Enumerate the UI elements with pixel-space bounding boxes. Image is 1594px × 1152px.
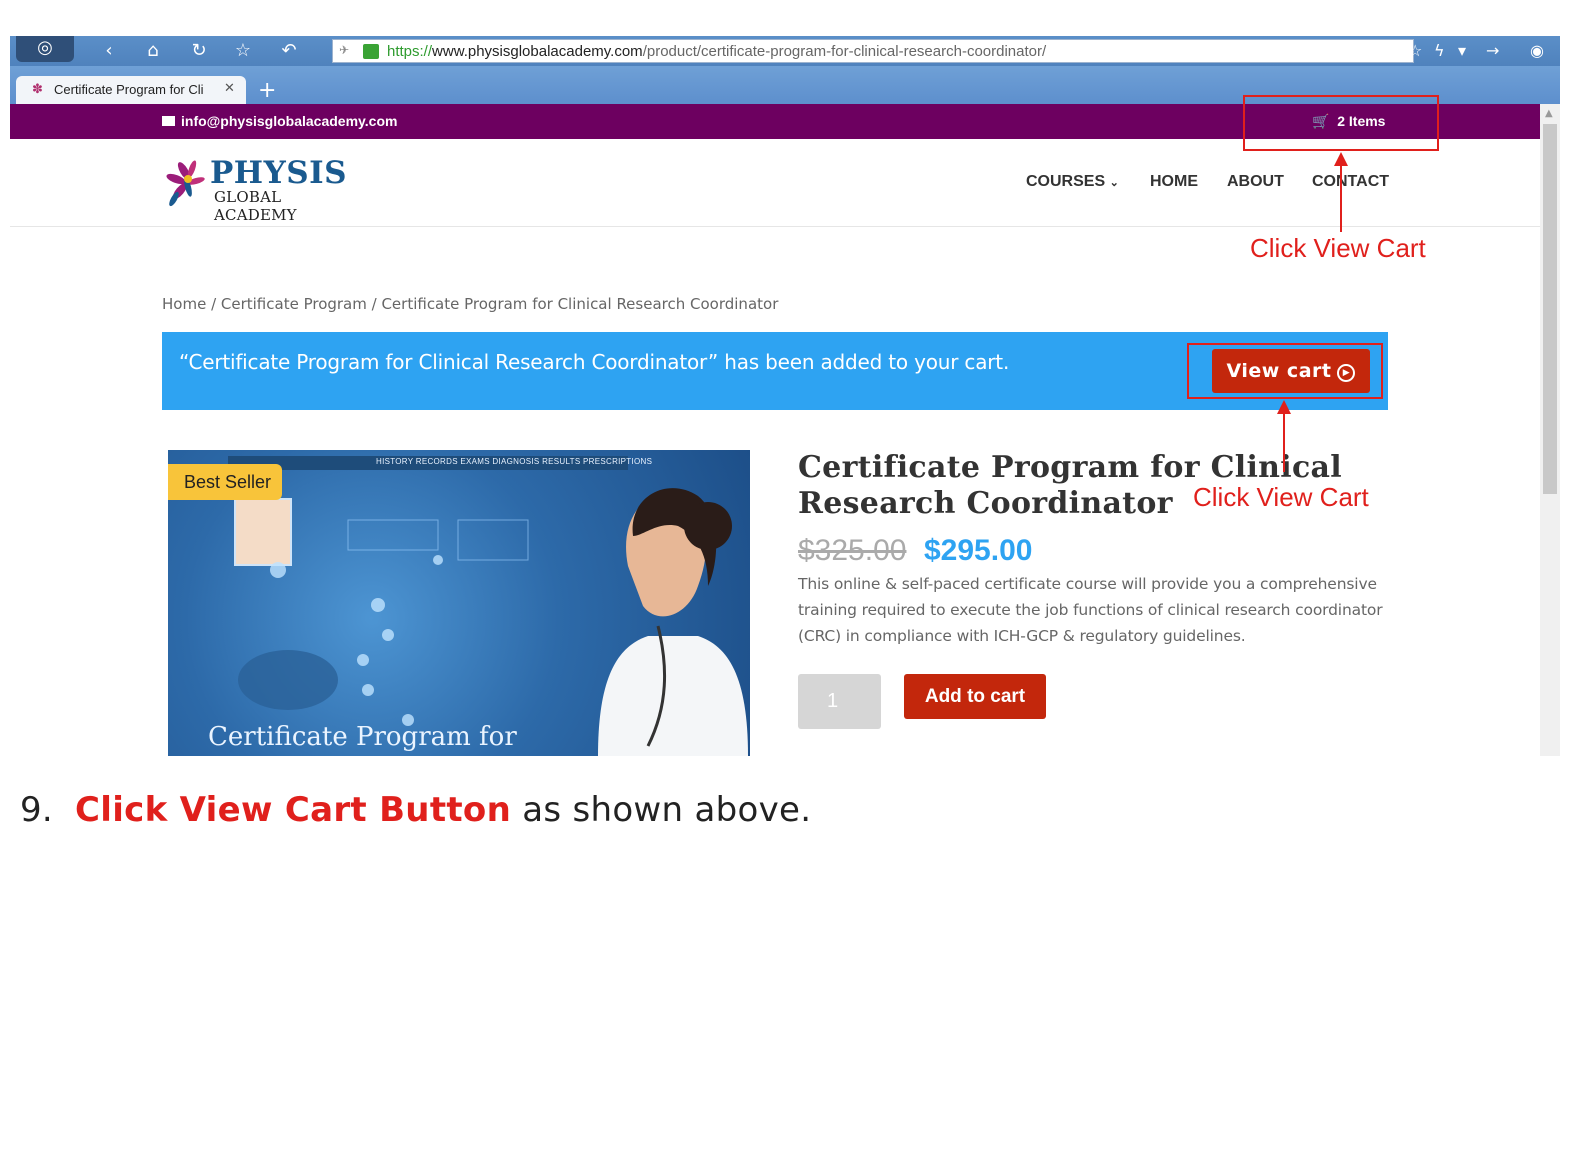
logo-subtitle: GLOBAL ACADEMY <box>214 188 297 224</box>
notice-message: “Certificate Program for Clinical Resear… <box>179 350 1010 374</box>
annotation-box-cart <box>1243 95 1439 151</box>
reload-icon[interactable]: ↻ <box>186 39 212 63</box>
close-icon[interactable]: ✕ <box>224 81 235 96</box>
scroll-up-icon[interactable]: ▲ <box>1545 108 1553 119</box>
nav-courses[interactable]: COURSES ⌄ <box>1026 173 1119 191</box>
annotation-label-top: Click View Cart <box>1250 233 1426 263</box>
price-new: $295.00 <box>924 534 1033 567</box>
tab-title: Certificate Program for Cli <box>54 82 204 97</box>
browser-screenshot: ◎ ‹ ⌂ ↻ ☆ ↶ ✈ https://www.physisglobalac… <box>10 36 1560 756</box>
app-logo-icon[interactable]: ◎ <box>16 36 74 62</box>
product-image[interactable]: HISTORY RECORDS EXAMS DIAGNOSIS RESULTS … <box>168 450 750 756</box>
add-to-cart-button[interactable]: Add to cart <box>904 674 1046 719</box>
back-icon[interactable]: ‹ <box>96 39 122 63</box>
annotation-box-view-cart <box>1187 343 1383 399</box>
instruction-step: 9. Click View Cart Button as shown above. <box>20 790 811 830</box>
logo-flower-icon <box>166 160 205 207</box>
rocket-icon: ✈ <box>339 43 350 57</box>
instruction-emphasis: Click View Cart Button <box>75 790 512 830</box>
image-menu-strip: HISTORY RECORDS EXAMS DIAGNOSIS RESULTS … <box>228 456 652 470</box>
undo-icon[interactable]: ↶ <box>276 39 302 63</box>
annotation-label-bottom: Click View Cart <box>1193 482 1369 512</box>
favicon-icon: ✽ <box>32 82 43 97</box>
image-woman-graphic <box>598 488 748 756</box>
quantity-input[interactable]: 1 <box>798 674 881 729</box>
instruction-rest: as shown above. <box>511 790 812 830</box>
bookmark-icon[interactable]: ☆ <box>1408 39 1422 63</box>
home-icon[interactable]: ⌂ <box>140 39 166 63</box>
browser-tab[interactable]: ✽ Certificate Program for Cli ✕ <box>16 76 246 104</box>
breadcrumb[interactable]: Home / Certificate Program / Certificate… <box>162 295 778 313</box>
url-text: https://www.physisglobalacademy.com/prod… <box>387 43 1047 60</box>
nav-about[interactable]: ABOUT <box>1227 173 1284 191</box>
browser-toolbar: ◎ ‹ ⌂ ↻ ☆ ↶ ✈ https://www.physisglobalac… <box>10 36 1560 66</box>
address-bar[interactable]: ✈ https://www.physisglobalacademy.com/pr… <box>332 39 1414 63</box>
price-old: $325.00 <box>798 534 907 567</box>
chevron-down-icon[interactable]: ▾ <box>1458 39 1466 63</box>
image-caption: Certificate Program for <box>208 722 517 752</box>
product-description: This online & self-paced certificate cou… <box>798 575 1383 645</box>
lock-icon <box>363 44 379 59</box>
scrollbar[interactable]: ▲ <box>1540 104 1560 756</box>
best-seller-badge: Best Seller <box>168 464 282 500</box>
email-link[interactable]: info@physisglobalacademy.com <box>162 113 397 129</box>
nav-home[interactable]: HOME <box>1150 173 1198 191</box>
image-hologram-graphic <box>238 519 529 726</box>
forward-icon[interactable]: → <box>1486 39 1499 63</box>
wifi-icon: ◉ <box>1530 41 1544 60</box>
annotation-line-cart <box>1340 164 1342 232</box>
new-tab-icon[interactable]: + <box>258 78 276 103</box>
step-number: 9. <box>20 790 54 830</box>
scroll-thumb[interactable] <box>1543 124 1557 494</box>
star-icon[interactable]: ☆ <box>230 39 256 63</box>
chevron-down-icon: ⌄ <box>1109 177 1119 189</box>
lightning-icon[interactable]: ϟ <box>1434 39 1445 63</box>
logo-name: PHYSIS <box>210 155 348 191</box>
site-logo[interactable]: PHYSIS GLOBAL ACADEMY <box>166 153 356 224</box>
annotation-line-view-cart <box>1283 412 1285 472</box>
nav-contact[interactable]: CONTACT <box>1312 173 1389 191</box>
envelope-icon <box>162 116 175 126</box>
site-header: PHYSIS GLOBAL ACADEMY COURSES ⌄ HOME ABO… <box>10 139 1540 227</box>
